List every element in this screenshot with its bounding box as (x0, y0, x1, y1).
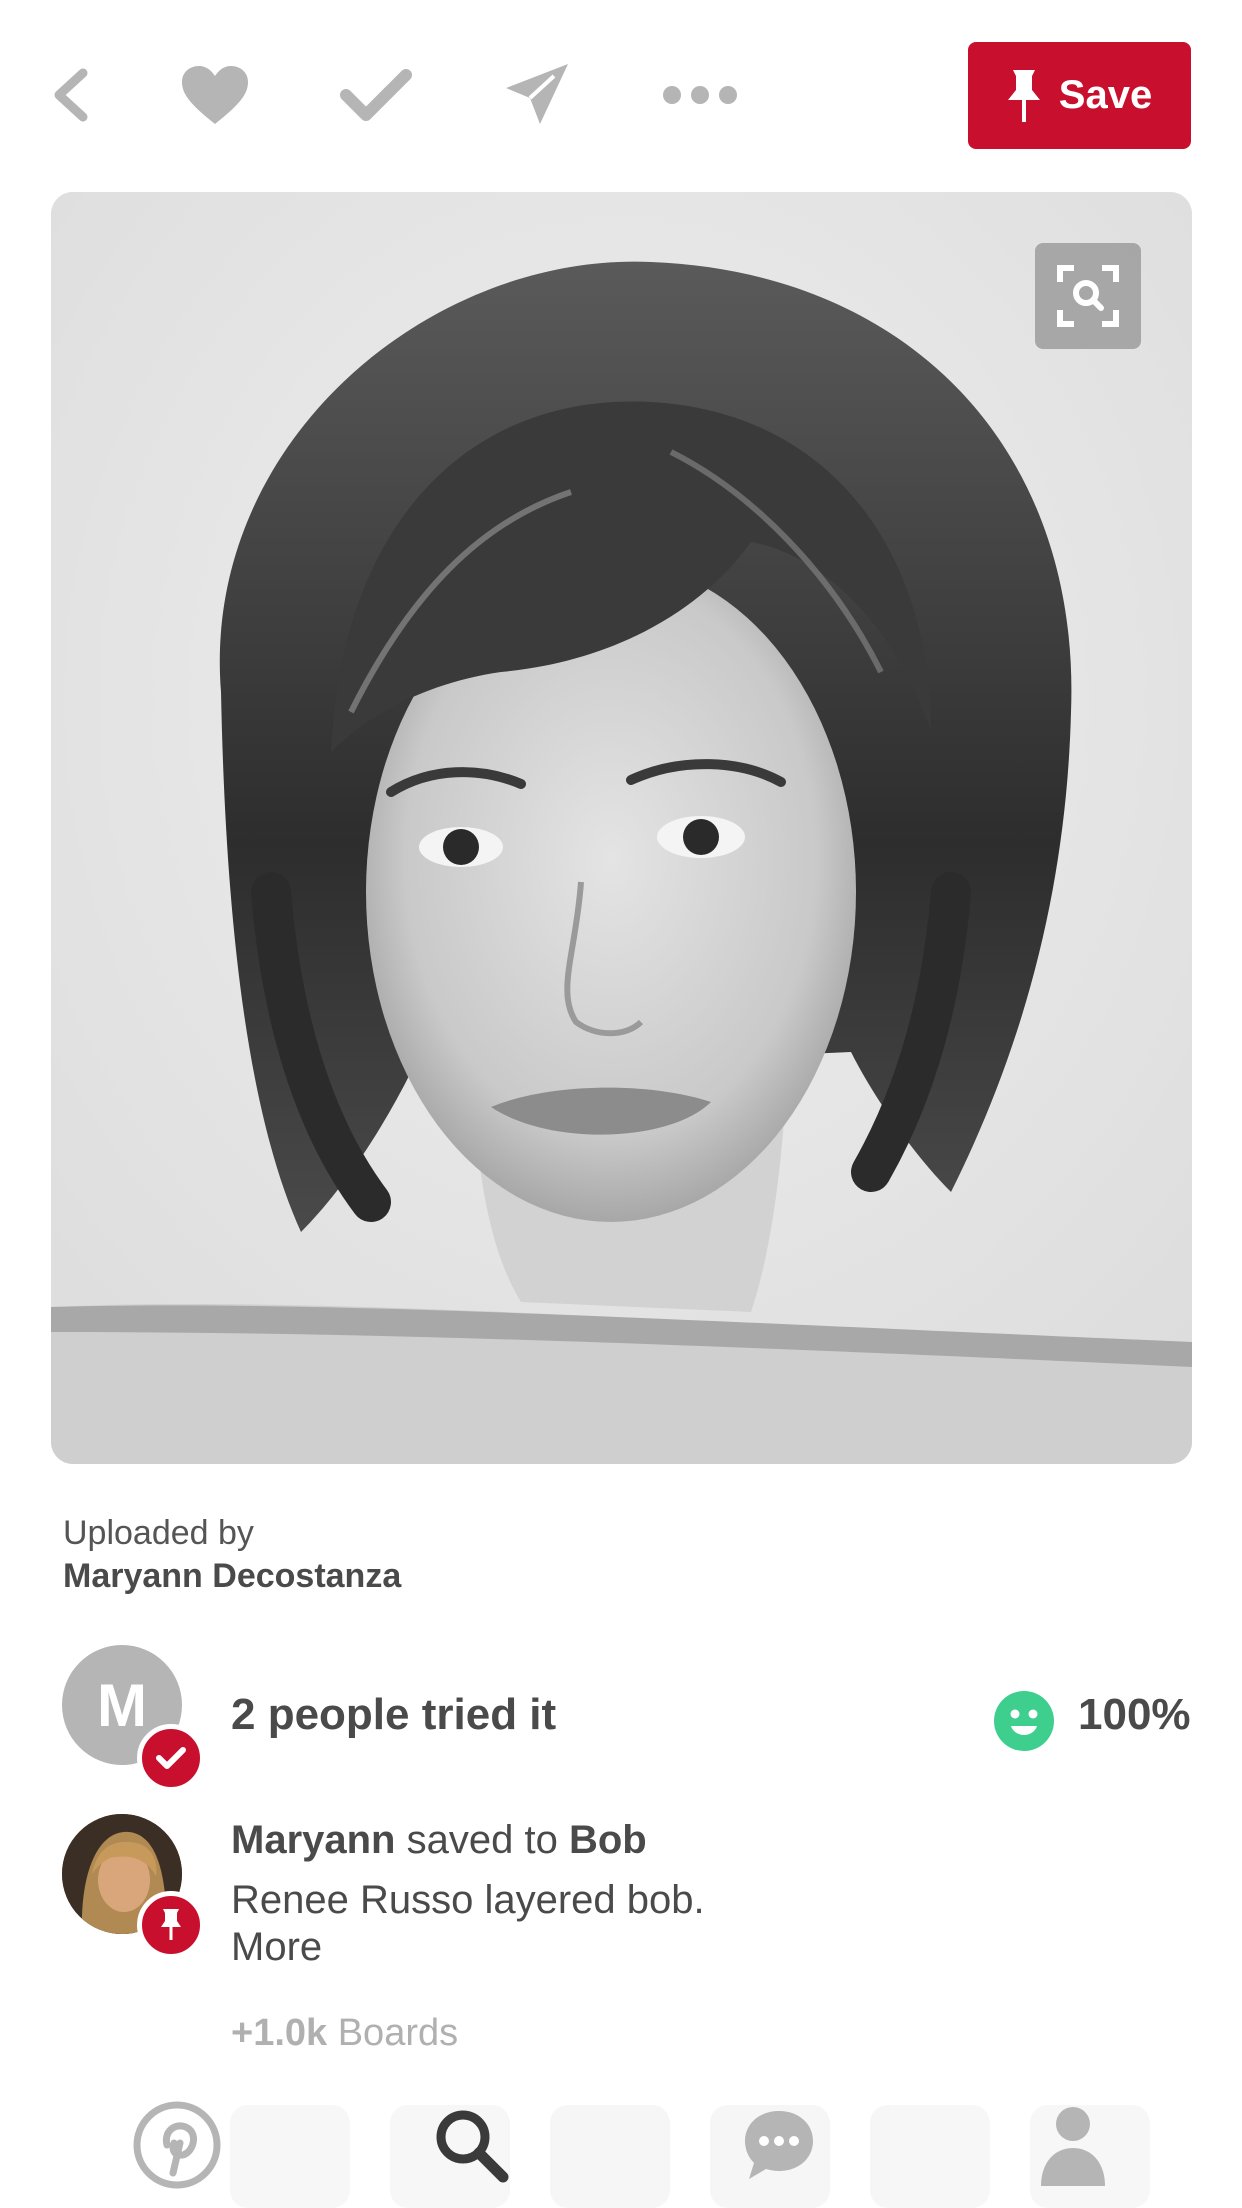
board-name[interactable]: Bob (569, 1818, 647, 1862)
nav-home[interactable] (122, 2090, 232, 2200)
nav-messages[interactable] (724, 2090, 834, 2200)
uploader-name[interactable]: Maryann Decostanza (63, 1557, 401, 1596)
saved-to-line[interactable]: Maryann saved to Bob (231, 1818, 647, 1863)
paper-plane-icon (506, 64, 568, 124)
checkmark-icon (156, 1747, 186, 1769)
pin-image[interactable] (51, 192, 1192, 1464)
pin-description: Renee Russo layered bob. (231, 1878, 705, 1922)
saved-to-text: saved to (395, 1818, 569, 1862)
messages-icon (745, 2111, 813, 2179)
nav-search[interactable] (416, 2090, 526, 2200)
top-toolbar: Save (0, 0, 1242, 190)
profile-icon (1041, 2107, 1105, 2186)
boards-count-link[interactable]: +1.0k Boards (231, 2012, 458, 2055)
saver-name[interactable]: Maryann (231, 1818, 396, 1862)
boards-count: +1.0k (231, 2012, 328, 2054)
tried-badge (137, 1724, 205, 1792)
checkmark-icon (340, 69, 412, 121)
tried-count-text[interactable]: 2 people tried it (231, 1690, 556, 1740)
back-button[interactable] (30, 55, 110, 135)
more-link[interactable]: More (231, 1925, 322, 1970)
avatar-initial: M (97, 1671, 147, 1739)
saved-badge (137, 1891, 205, 1959)
smile-icon (994, 1691, 1054, 1751)
uploaded-by-label: Uploaded by (63, 1514, 254, 1552)
chevron-left-icon (54, 68, 88, 122)
boards-label: Boards (327, 2012, 459, 2054)
ellipsis-icon (663, 86, 737, 104)
rating-percent: 100% (1078, 1690, 1191, 1739)
nav-profile[interactable] (1018, 2090, 1128, 2200)
heart-icon (182, 66, 248, 124)
pushpin-icon (1007, 69, 1040, 122)
portrait-photo (51, 192, 1192, 1464)
visual-search-icon (1057, 265, 1119, 327)
save-label: Save (1058, 73, 1153, 117)
like-button[interactable] (175, 55, 255, 135)
visual-search-button[interactable] (1035, 243, 1141, 349)
pinterest-logo-icon (133, 2101, 221, 2189)
search-icon (436, 2110, 509, 2183)
send-button[interactable] (497, 55, 577, 135)
pushpin-icon (161, 1909, 181, 1940)
tried-it-button[interactable] (336, 55, 416, 135)
save-button[interactable]: Save (968, 42, 1191, 149)
more-options-button[interactable] (660, 55, 740, 135)
